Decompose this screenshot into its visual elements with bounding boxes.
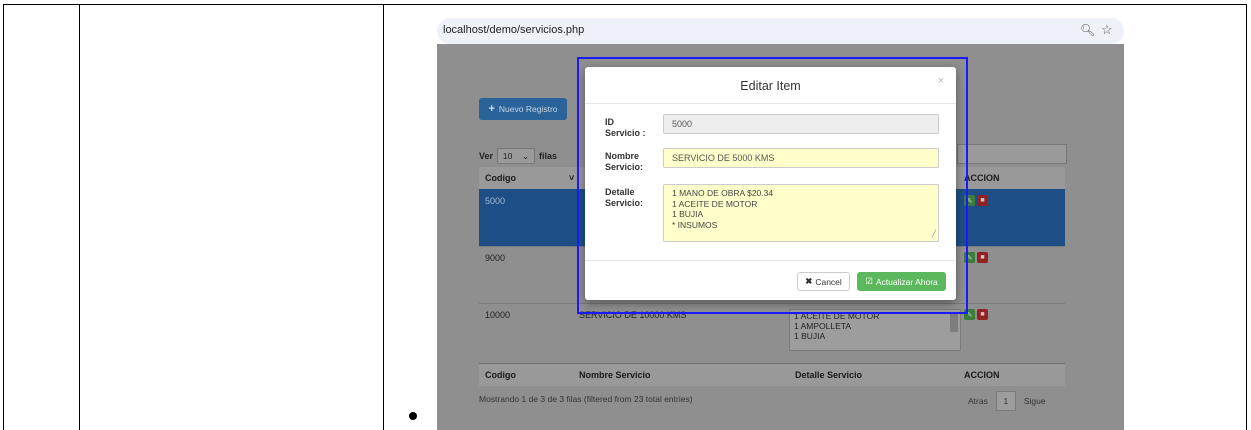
star-icon[interactable]: ☆	[1101, 22, 1115, 37]
scrollbar[interactable]	[950, 312, 958, 332]
chevron-down-icon: ⌄	[522, 150, 530, 161]
row-code: 5000	[485, 196, 506, 206]
page-length-select[interactable]: 10 ⌄	[497, 148, 536, 164]
footer-action: ACCION	[964, 370, 1000, 380]
trash-icon[interactable]: ■	[977, 195, 988, 206]
highlight-box	[577, 57, 968, 314]
show-prefix: Ver	[479, 151, 494, 161]
url-text[interactable]: localhost/demo/servicios.php	[443, 24, 584, 36]
new-record-button[interactable]: + Nuevo Registro	[479, 98, 567, 120]
plus-icon: +	[488, 103, 495, 115]
column-header-action[interactable]: ACCION	[964, 173, 1000, 183]
page-length-value: 10	[502, 151, 513, 161]
new-record-label: Nuevo Registro	[498, 104, 558, 114]
footer-detail: Detalle Servicio	[795, 370, 863, 380]
footer-name: Nombre Servicio	[579, 370, 651, 380]
row-code: 9000	[485, 253, 506, 263]
magnify-icon[interactable]: 🔍︎	[1080, 23, 1095, 37]
table-info: Mostrando 1 de 3 de 3 filas (filtered fr…	[479, 394, 693, 404]
trash-icon[interactable]: ■	[977, 309, 988, 320]
page-number-button[interactable]: 1	[995, 391, 1016, 411]
address-bar[interactable]: localhost/demo/servicios.php 🔍︎ ☆	[437, 18, 1124, 44]
trash-icon[interactable]: ■	[977, 252, 988, 263]
next-page-button[interactable]: Sigue	[1024, 396, 1046, 406]
column-header-code[interactable]: Codigo	[485, 173, 516, 183]
row-code: 10000	[485, 310, 511, 320]
show-suffix: filas	[539, 151, 558, 161]
footer-code: Codigo	[485, 370, 516, 380]
bullet-point	[409, 412, 417, 420]
pagination: Atras 1 Sigue	[968, 391, 1046, 411]
page-length-control: Ver 10 ⌄ filas	[479, 148, 557, 164]
search-input[interactable]	[957, 144, 1067, 164]
row-detail-text: 1 ACEITE DE MOTOR 1 AMPOLLETA 1 BUJIA	[794, 311, 880, 341]
row-detail-textarea[interactable]: 1 ACEITE DE MOTOR 1 AMPOLLETA 1 BUJIA	[789, 309, 961, 351]
table-footer: Codigo Nombre Servicio Detalle Servicio …	[479, 363, 1065, 386]
prev-page-button[interactable]: Atras	[968, 396, 988, 406]
sort-icon: ˅	[569, 173, 575, 183]
